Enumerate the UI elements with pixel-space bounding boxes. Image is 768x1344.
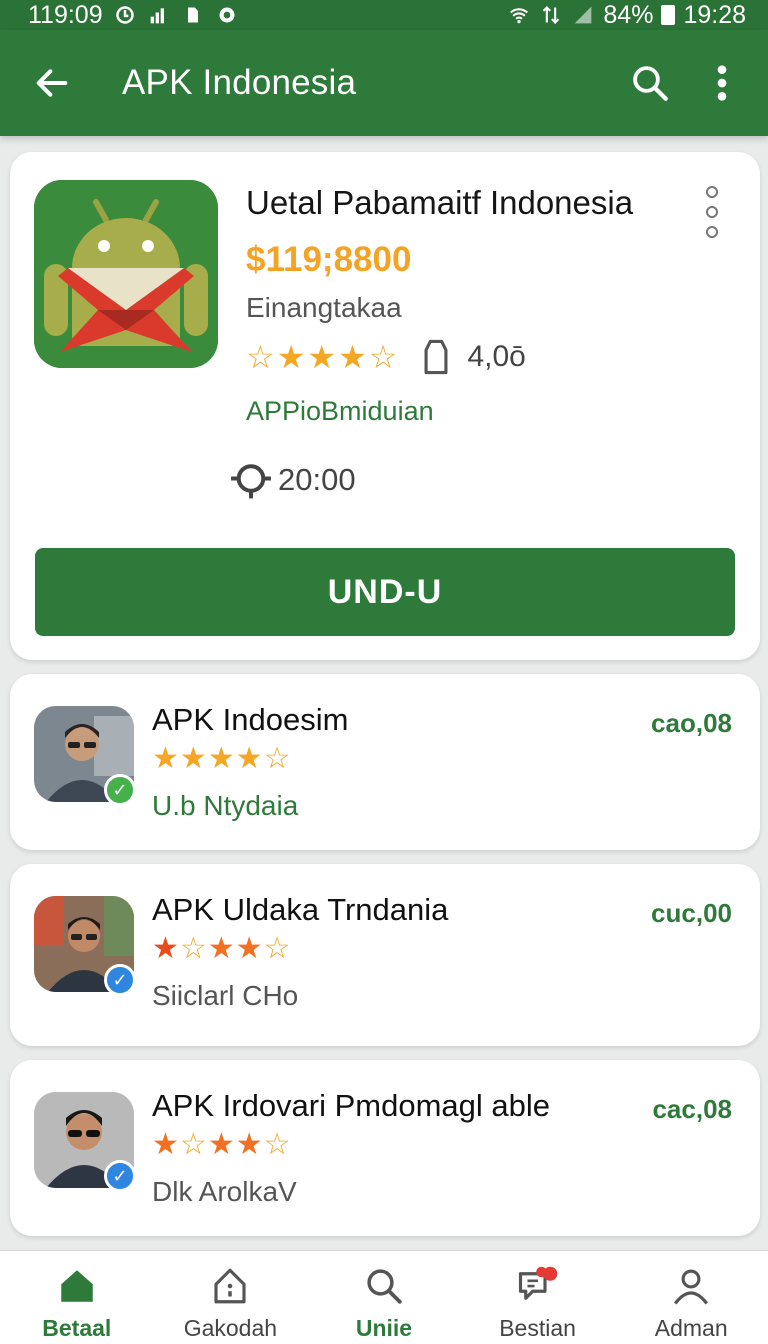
signal-icon (150, 8, 164, 24)
review-meta: cao,08 (651, 708, 732, 738)
review-subtitle: Dlk ArolkaV (152, 1176, 297, 1207)
rating-value: 4,0ō (467, 340, 526, 373)
nav-item-store[interactable]: Gakodah (154, 1251, 308, 1344)
star-icon: ★ (179, 742, 207, 775)
nav-label: Adman (654, 1315, 728, 1341)
app-price: $119;8800 (246, 240, 412, 279)
star-icon: ★ (152, 1128, 179, 1161)
review-stars: ★ ★ ★ ★ ☆ (152, 744, 291, 774)
star-icon: ☆ (263, 742, 291, 775)
star-icon: ★ (152, 742, 179, 775)
rating-row: ☆ ★ ★ ★ ☆ 4,0ō (246, 338, 526, 376)
more-vert-icon (717, 65, 727, 101)
app-size: 20:00 (278, 462, 356, 497)
size-row: 20:00 (228, 460, 356, 500)
review-subtitle: U.b Ntydaia (152, 790, 299, 821)
android-logo-icon (34, 180, 218, 368)
review-meta: cac,08 (652, 1094, 732, 1124)
star-icon: ☆ (179, 1128, 207, 1161)
store-icon (214, 1268, 246, 1304)
nav-label: Uniie (355, 1315, 413, 1341)
bag-icon (424, 339, 448, 375)
star-icon: ★ (152, 932, 179, 965)
status-time-right: 19:28 (683, 0, 746, 29)
install-button[interactable]: UND-U (35, 548, 735, 636)
nav-item-home[interactable]: Betaal (0, 1251, 154, 1344)
clock-icon (231, 464, 271, 499)
search-icon (633, 66, 668, 101)
nav-label: Gakodah (183, 1315, 278, 1341)
app-category: Einangtakaa (246, 292, 402, 323)
star-icon: ☆ (263, 932, 291, 965)
nav-item-profile[interactable]: Adman (614, 1251, 768, 1344)
star-icon: ☆ (179, 932, 207, 965)
star-icon: ★ (207, 742, 235, 775)
app-bar: APK Indonesia (0, 30, 768, 136)
verified-badge-icon: ✓ (104, 774, 136, 806)
star-icon: ★ (276, 339, 306, 375)
star-icon: ☆ (368, 339, 398, 375)
review-stars: ★ ☆ ★ ★ ☆ (152, 1130, 291, 1160)
sim-icon (187, 7, 198, 23)
review-stars: ★ ☆ ★ ★ ☆ (152, 934, 291, 964)
wifi-icon (510, 8, 529, 24)
nav-item-search[interactable]: Uniie (307, 1251, 461, 1344)
dot (706, 206, 718, 218)
battery-icon (661, 5, 676, 25)
back-arrow-icon (36, 69, 68, 97)
cell-signal-icon (575, 6, 592, 24)
star-icon: ★ (307, 339, 337, 375)
search-icon (367, 1269, 402, 1304)
card-more-button[interactable] (702, 186, 722, 238)
star-icon: ★ (235, 932, 263, 965)
search-button[interactable] (618, 51, 682, 115)
profile-icon (674, 1269, 709, 1305)
star-icon: ★ (235, 1128, 263, 1161)
reviewer-name: APK Irdovari Pmdomagl able (152, 1088, 551, 1123)
page-title: APK Indonesia (122, 63, 357, 102)
record-icon (219, 7, 235, 23)
reviewer-name: APK Indoesim (152, 702, 349, 737)
status-time-left: 119:09 (28, 0, 103, 29)
list-item[interactable]: ✓ APK Irdovari Pmdomagl able ★ ☆ ★ ★ ☆ Dlk A… (10, 1060, 760, 1236)
status-bar: 119:09 84% 19:28 (0, 0, 768, 30)
home-icon (61, 1270, 93, 1302)
star-icon: ★ (235, 742, 263, 775)
battery-percent: 84% (603, 0, 654, 29)
list-item[interactable]: ✓ APK Uldaka Trndania ★ ☆ ★ ★ ☆ Siiclarl CHo… (10, 864, 760, 1046)
star-icon: ★ (207, 932, 235, 965)
app-title: Uetal Pabamaitf Indonesia (246, 184, 634, 221)
verified-badge-icon: ✓ (104, 1160, 136, 1192)
nav-label: Betaal (42, 1315, 112, 1341)
developer-name[interactable]: APPioBmiduian (246, 396, 434, 427)
bottom-navigation: Betaal Gakodah Uniie Bestian Adman (0, 1250, 768, 1344)
overflow-menu-button[interactable] (690, 51, 754, 115)
chat-icon (518, 1266, 557, 1300)
star-icon: ☆ (263, 1128, 291, 1161)
review-subtitle: Siiclarl CHo (152, 980, 299, 1011)
dot (706, 226, 718, 238)
nav-item-chat[interactable]: Bestian (461, 1251, 615, 1344)
dot (706, 186, 718, 198)
back-button[interactable] (20, 51, 84, 115)
verified-badge-icon: ✓ (104, 964, 136, 996)
rating-stars: ☆ ★ ★ ★ ☆ (246, 341, 397, 373)
app-detail-card: Uetal Pabamaitf Indonesia $119;8800 Eina… (10, 152, 760, 660)
notification-icon (115, 6, 134, 24)
nav-label: Bestian (499, 1315, 576, 1341)
review-meta: cuc,00 (651, 898, 732, 928)
star-icon: ★ (207, 1128, 235, 1161)
star-icon: ★ (338, 339, 367, 375)
data-icon (543, 6, 560, 24)
star-icon: ☆ (246, 339, 275, 375)
reviewer-name: APK Uldaka Trndania (152, 892, 449, 927)
app-icon[interactable] (34, 180, 218, 368)
list-item[interactable]: ✓ APK Indoesim ★ ★ ★ ★ ☆ U.b Ntydaia cao,08 (10, 674, 760, 850)
